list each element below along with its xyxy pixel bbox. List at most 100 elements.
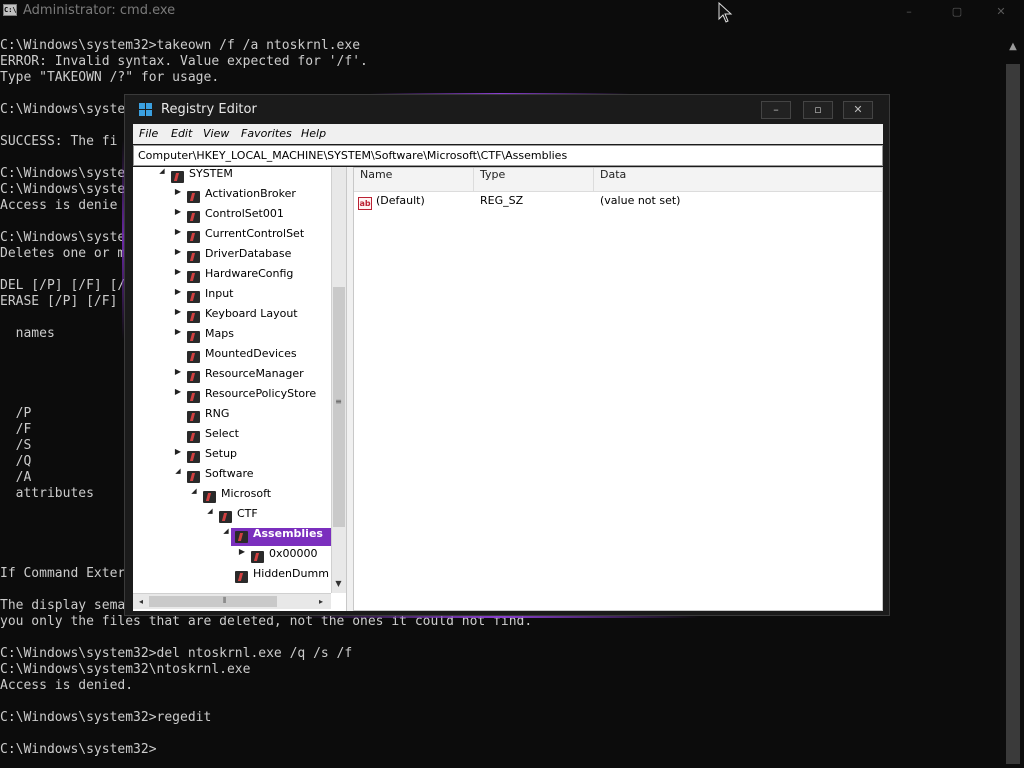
registry-key-icon (187, 251, 200, 263)
tree-horizontal-scrollbar[interactable]: ◂ ⦀ ▸ (133, 593, 331, 609)
cmd-scrollbar[interactable]: ▲ (1002, 22, 1024, 768)
registry-key-icon (187, 291, 200, 303)
tree-item-label: Keyboard Layout (205, 307, 298, 320)
registry-editor-icon (139, 103, 153, 117)
menu-file[interactable]: File (139, 127, 158, 140)
tree-item[interactable]: RNG (133, 407, 331, 427)
regedit-maximize-button[interactable]: ▫ (803, 101, 833, 119)
regedit-address-bar[interactable]: Computer\HKEY_LOCAL_MACHINE\SYSTEM\Softw… (133, 145, 883, 166)
tree-item[interactable]: ▶ Keyboard Layout (133, 307, 331, 327)
registry-key-icon (203, 491, 216, 503)
tree-collapsed-arrow-icon[interactable]: ▶ (173, 247, 183, 256)
tree-expanded-arrow-icon[interactable]: ◢ (221, 527, 231, 535)
tree-scroll-left-arrow-icon[interactable]: ◂ (135, 595, 147, 608)
tree-item[interactable]: Select (133, 427, 331, 447)
tree-item-label: CTF (237, 507, 258, 520)
tree-item[interactable]: MountedDevices (133, 347, 331, 367)
regedit-close-button[interactable]: ✕ (843, 101, 873, 119)
tree-item[interactable]: ◢ CTF (133, 507, 331, 527)
tree-item[interactable]: ▶ Input (133, 287, 331, 307)
registry-key-icon (187, 211, 200, 223)
tree-item-label: MountedDevices (205, 347, 297, 360)
cmd-close-button[interactable]: ✕ (986, 5, 1016, 19)
tree-scroll-right-arrow-icon[interactable]: ▸ (315, 595, 327, 608)
tree-collapsed-arrow-icon[interactable]: ▶ (173, 187, 183, 196)
column-header-data[interactable]: Data (594, 168, 882, 191)
tree-item[interactable]: HiddenDumm (133, 567, 331, 587)
tree-collapsed-arrow-icon[interactable]: ▶ (237, 547, 247, 556)
regedit-window-title: Registry Editor (161, 102, 257, 117)
tree-collapsed-arrow-icon[interactable]: ▶ (173, 327, 183, 336)
tree-collapsed-arrow-icon[interactable]: ▶ (173, 307, 183, 316)
regedit-titlebar[interactable]: Registry Editor – ▫ ✕ (125, 95, 889, 123)
registry-key-icon (235, 531, 248, 543)
tree-collapsed-arrow-icon[interactable]: ▶ (173, 207, 183, 216)
tree-item-label: RNG (205, 407, 230, 420)
tree-item[interactable]: ◢ SYSTEM (133, 167, 331, 187)
column-header-name[interactable]: Name (354, 168, 474, 191)
tree-item[interactable]: ▶ CurrentControlSet (133, 227, 331, 247)
menu-view[interactable]: View (203, 127, 229, 140)
regedit-menubar: File Edit View Favorites Help (133, 124, 883, 144)
cmd-app-icon: C:\ (3, 4, 17, 16)
registry-editor-window: Registry Editor – ▫ ✕ File Edit View Fav… (124, 94, 890, 616)
tree-item[interactable]: ▶ ResourcePolicyStore (133, 387, 331, 407)
tree-expanded-arrow-icon[interactable]: ◢ (189, 487, 199, 495)
menu-help[interactable]: Help (301, 127, 326, 140)
tree-item-label: ActivationBroker (205, 187, 296, 200)
registry-key-icon (187, 311, 200, 323)
tree-collapsed-arrow-icon[interactable]: ▶ (173, 287, 183, 296)
tree-item-label: Setup (205, 447, 238, 460)
tree-item[interactable]: ◢ Microsoft (133, 487, 331, 507)
tree-collapsed-arrow-icon[interactable]: ▶ (173, 447, 183, 456)
mouse-cursor-icon (718, 2, 733, 23)
tree-expanded-arrow-icon[interactable]: ◢ (157, 167, 167, 175)
tree-item[interactable]: ▶ DriverDatabase (133, 247, 331, 267)
tree-collapsed-arrow-icon[interactable]: ▶ (173, 367, 183, 376)
tree-item-label: Input (205, 287, 234, 300)
tree-collapsed-arrow-icon[interactable]: ▶ (173, 387, 183, 396)
tree-item[interactable]: ▶ ResourceManager (133, 367, 331, 387)
tree-item[interactable]: ▶ 0x00000 (133, 547, 331, 567)
tree-item-label: Assemblies (253, 527, 323, 540)
registry-key-icon (187, 411, 200, 423)
tree-vscroll-thumb[interactable] (333, 287, 345, 527)
tree-item-label: 0x00000 (269, 547, 318, 560)
tree-item[interactable]: ▶ HardwareConfig (133, 267, 331, 287)
tree-item-label: ResourcePolicyStore (205, 387, 317, 400)
registry-key-icon (171, 171, 184, 183)
regedit-minimize-button[interactable]: – (761, 101, 791, 119)
tree-item-label: Software (205, 467, 254, 480)
cmd-titlebar[interactable]: C:\ Administrator: cmd.exe – ▢ ✕ (0, 0, 1024, 22)
tree-item[interactable]: ◢ Assemblies (133, 527, 331, 547)
tree-vertical-scrollbar[interactable]: ≡ ▼ (331, 167, 346, 593)
regedit-body: ◢ SYSTEM ▶ ActivationBroker ▶ ControlSet001 ▶ C… (133, 167, 883, 611)
tree-item-label: Maps (205, 327, 234, 340)
tree-item-label: ResourceManager (205, 367, 304, 380)
menu-edit[interactable]: Edit (171, 127, 192, 140)
value-row[interactable]: ab (Default) REG_SZ (value not set) (354, 194, 882, 214)
tree-expanded-arrow-icon[interactable]: ◢ (205, 507, 215, 515)
cmd-scroll-up-arrow-icon[interactable]: ▲ (1006, 40, 1020, 54)
tree-vscroll-grip-icon: ≡ (335, 397, 342, 406)
value-type: REG_SZ (480, 194, 524, 207)
menu-favorites[interactable]: Favorites (241, 127, 292, 140)
tree-item[interactable]: ▶ Maps (133, 327, 331, 347)
tree-expanded-arrow-icon[interactable]: ◢ (173, 467, 183, 475)
cmd-minimize-button[interactable]: – (894, 5, 924, 19)
tree-collapsed-arrow-icon[interactable]: ▶ (173, 227, 183, 236)
value-data: (value not set) (600, 194, 681, 207)
tree-scroll-down-arrow-icon[interactable]: ▼ (332, 577, 345, 591)
tree-item-label: DriverDatabase (205, 247, 292, 260)
column-header-type[interactable]: Type (474, 168, 594, 191)
registry-key-icon (187, 451, 200, 463)
tree-collapsed-arrow-icon[interactable]: ▶ (173, 267, 183, 276)
cmd-maximize-button[interactable]: ▢ (942, 5, 972, 19)
tree-item[interactable]: ◢ Software (133, 467, 331, 487)
tree-item[interactable]: ▶ ActivationBroker (133, 187, 331, 207)
tree-hscroll-thumb[interactable]: ⦀ (149, 596, 277, 607)
registry-key-icon (187, 191, 200, 203)
cmd-scroll-thumb[interactable] (1006, 64, 1020, 764)
tree-item[interactable]: ▶ ControlSet001 (133, 207, 331, 227)
tree-item[interactable]: ▶ Setup (133, 447, 331, 467)
